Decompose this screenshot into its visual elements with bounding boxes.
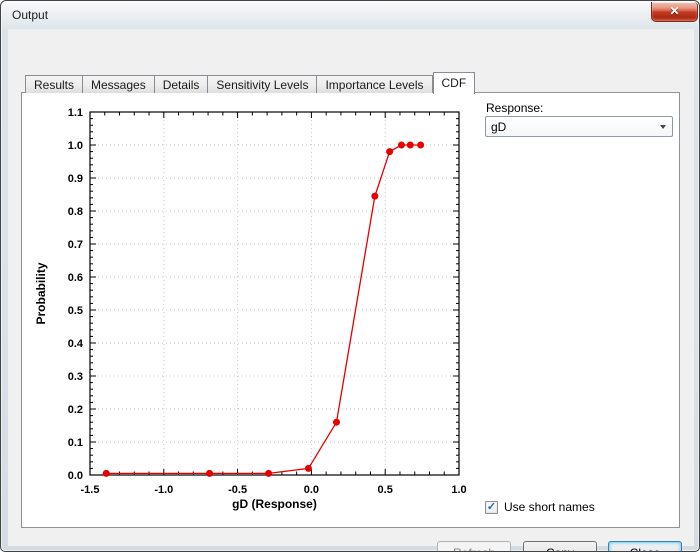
- response-label: Response:: [486, 101, 543, 115]
- svg-text:0.9: 0.9: [68, 173, 83, 185]
- use-short-names-checkbox[interactable]: ✓ Use short names: [485, 500, 595, 514]
- tab-cdf[interactable]: CDF: [433, 72, 476, 94]
- data-point: [265, 470, 272, 477]
- response-dropdown-value: gD: [491, 120, 506, 134]
- svg-text:-0.5: -0.5: [228, 484, 247, 496]
- svg-text:0.0: 0.0: [304, 484, 319, 496]
- data-point: [371, 193, 378, 200]
- svg-text:0.2: 0.2: [68, 404, 83, 416]
- titlebar[interactable]: Output ✕: [1, 1, 699, 29]
- close-button[interactable]: ✕: [651, 2, 698, 22]
- window-title: Output: [12, 8, 48, 22]
- svg-text:1.0: 1.0: [451, 484, 466, 496]
- tab-details[interactable]: Details: [155, 75, 209, 93]
- svg-text:0.5: 0.5: [378, 484, 393, 496]
- cdf-chart: -1.5 -1.0 -0.5 0.0 0.5 1.0 0.0 0.1 0.2 0.3 0.4 0.5 0…: [28, 97, 468, 517]
- data-point: [333, 419, 340, 426]
- button-row: Refresh Copy Close: [8, 541, 694, 552]
- close-icon: ✕: [652, 2, 697, 21]
- data-point: [386, 148, 393, 155]
- svg-text:0.0: 0.0: [68, 470, 83, 482]
- tab-messages[interactable]: Messages: [83, 75, 155, 93]
- output-dialog: Output ✕ Results Messages Details Sensit…: [0, 0, 700, 552]
- data-point: [407, 142, 414, 149]
- svg-text:-1.0: -1.0: [154, 484, 173, 496]
- y-axis-label: Probability: [34, 262, 48, 324]
- tabstrip: Results Messages Details Sensitivity Lev…: [25, 71, 475, 93]
- copy-button[interactable]: Copy: [523, 541, 597, 552]
- chevron-down-icon: [660, 125, 666, 129]
- svg-text:0.7: 0.7: [68, 239, 83, 251]
- svg-text:0.5: 0.5: [68, 305, 83, 317]
- refresh-button[interactable]: Refresh: [437, 541, 511, 552]
- svg-text:0.1: 0.1: [68, 437, 83, 449]
- data-point: [206, 470, 213, 477]
- svg-text:0.8: 0.8: [68, 206, 83, 218]
- data-point: [103, 470, 110, 477]
- x-axis-label: gD (Response): [232, 497, 317, 511]
- close-button-bottom[interactable]: Close: [608, 541, 682, 552]
- data-point: [305, 465, 312, 472]
- svg-text:-1.5: -1.5: [81, 484, 100, 496]
- svg-text:1.1: 1.1: [68, 107, 83, 119]
- svg-text:0.4: 0.4: [68, 338, 84, 350]
- response-dropdown[interactable]: gD: [485, 116, 673, 137]
- tab-importance-levels[interactable]: Importance Levels: [317, 75, 432, 93]
- dialog-client-area: Results Messages Details Sensitivity Lev…: [8, 29, 694, 546]
- checkbox-label: Use short names: [504, 500, 595, 514]
- tab-sensitivity-levels[interactable]: Sensitivity Levels: [208, 75, 317, 93]
- svg-text:1.0: 1.0: [68, 140, 83, 152]
- svg-text:0.6: 0.6: [68, 272, 83, 284]
- data-point: [417, 142, 424, 149]
- svg-text:0.3: 0.3: [68, 371, 83, 383]
- tab-results[interactable]: Results: [25, 75, 83, 93]
- data-point: [398, 142, 405, 149]
- checkbox-check-icon: ✓: [485, 501, 498, 514]
